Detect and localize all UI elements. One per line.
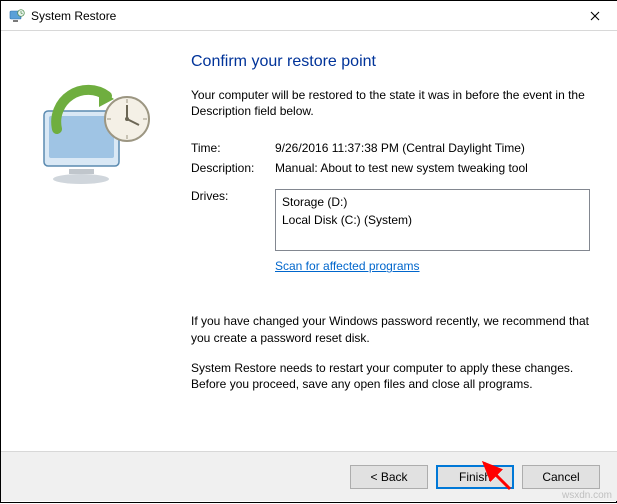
password-note: If you have changed your Windows passwor… (191, 313, 590, 345)
drives-listbox[interactable]: Storage (D:) Local Disk (C:) (System) (275, 189, 590, 251)
description-label: Description: (191, 161, 275, 175)
time-value: 9/26/2016 11:37:38 PM (Central Daylight … (275, 141, 590, 155)
button-bar: < Back Finish Cancel (1, 451, 617, 501)
drive-item[interactable]: Local Disk (C:) (System) (282, 212, 583, 229)
right-pane: Confirm your restore point Your computer… (186, 31, 617, 451)
window-title: System Restore (31, 9, 572, 23)
cancel-button[interactable]: Cancel (522, 465, 600, 489)
description-row: Description: Manual: About to test new s… (191, 161, 590, 175)
close-button[interactable] (572, 1, 617, 31)
restart-note: System Restore needs to restart your com… (191, 360, 590, 392)
watermark: wsxdn.com (562, 490, 612, 501)
drives-row: Drives: Storage (D:) Local Disk (C:) (Sy… (191, 189, 590, 251)
time-row: Time: 9/26/2016 11:37:38 PM (Central Day… (191, 141, 590, 155)
drive-item[interactable]: Storage (D:) (282, 194, 583, 211)
titlebar: System Restore (1, 1, 617, 31)
system-restore-illustration (29, 81, 159, 201)
restore-icon (9, 8, 25, 24)
drives-label: Drives: (191, 189, 275, 203)
content-area: Confirm your restore point Your computer… (1, 31, 617, 451)
description-value: Manual: About to test new system tweakin… (275, 161, 590, 175)
intro-text: Your computer will be restored to the st… (191, 87, 590, 119)
scan-affected-programs-link[interactable]: Scan for affected programs (275, 259, 590, 273)
page-heading: Confirm your restore point (191, 53, 590, 71)
back-button[interactable]: < Back (350, 465, 428, 489)
finish-button[interactable]: Finish (436, 465, 514, 489)
time-label: Time: (191, 141, 275, 155)
left-pane (1, 31, 186, 451)
